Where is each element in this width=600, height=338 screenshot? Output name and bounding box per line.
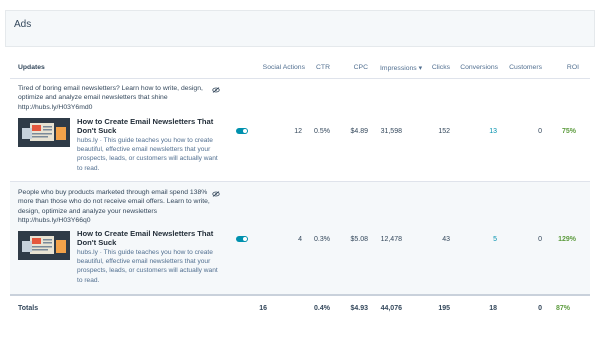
cell-impressions: 12,478 <box>380 236 402 243</box>
cell-impressions: 31,598 <box>380 128 402 135</box>
total-social-actions: 16 <box>259 305 267 312</box>
eye-slash-icon[interactable] <box>212 87 220 93</box>
card-domain[interactable]: hubs.ly <box>77 137 98 144</box>
cell-social-actions: 4 <box>298 236 302 243</box>
cell-cpc: $4.89 <box>350 128 368 135</box>
col-header-customers[interactable]: Customers <box>500 64 542 78</box>
toggle-knob <box>243 129 247 133</box>
total-roi: 87% <box>555 305 570 312</box>
cell-social-actions: 12 <box>294 128 302 135</box>
total-clicks: 195 <box>438 305 450 312</box>
article-thumbnail-icon <box>18 231 70 260</box>
card-description: hubs.ly · This guide teaches you how to … <box>77 248 222 285</box>
toggle-knob <box>243 237 247 241</box>
cell-conversions-link[interactable]: 5 <box>470 236 497 243</box>
total-cpc: $4.93 <box>350 305 368 312</box>
col-header-impressions[interactable]: Impressions ▾ <box>372 64 422 78</box>
ad-active-toggle[interactable] <box>236 128 248 134</box>
cell-customers: 0 <box>538 128 542 135</box>
totals-divider <box>10 294 590 296</box>
cell-clicks: 152 <box>438 128 450 135</box>
ads-header-bar: Ads <box>5 10 595 47</box>
update-text: People who buy products marketed through… <box>18 189 210 225</box>
col-header-clicks[interactable]: Clicks <box>425 64 450 78</box>
col-header-roi[interactable]: ROI <box>555 64 579 78</box>
page-title: Ads <box>14 19 32 30</box>
col-header-ctr[interactable]: CTR <box>305 64 330 78</box>
total-conversions: 18 <box>489 305 497 312</box>
total-impressions: 44,076 <box>380 305 402 312</box>
total-customers: 0 <box>538 305 542 312</box>
update-text: Tired of boring email newsletters? Learn… <box>18 85 203 111</box>
card-title[interactable]: How to Create Email Newsletters That Don… <box>77 117 217 135</box>
card-title[interactable]: How to Create Email Newsletters That Don… <box>77 229 217 247</box>
cell-customers: 0 <box>538 236 542 243</box>
card-domain[interactable]: hubs.ly <box>77 249 98 256</box>
cell-cpc: $5.08 <box>350 236 368 243</box>
totals-label: Totals <box>18 305 39 312</box>
cell-roi: 75% <box>561 128 576 135</box>
col-header-updates[interactable]: Updates <box>18 64 45 78</box>
col-header-social-actions[interactable]: Social Actions <box>255 64 305 78</box>
col-header-conversions[interactable]: Conversions <box>455 64 498 78</box>
total-ctr: 0.4% <box>314 305 330 312</box>
card-description: hubs.ly · This guide teaches you how to … <box>77 136 222 173</box>
cell-ctr: 0.5% <box>314 128 330 135</box>
cell-conversions-link[interactable]: 13 <box>470 128 497 135</box>
header-divider <box>10 78 590 79</box>
article-thumbnail-icon <box>18 118 70 147</box>
cell-roi: 129% <box>558 236 576 243</box>
ad-active-toggle[interactable] <box>236 236 248 242</box>
cell-ctr: 0.3% <box>314 236 330 243</box>
col-header-cpc[interactable]: CPC <box>340 64 368 78</box>
eye-slash-icon[interactable] <box>212 191 220 197</box>
card-desc-text: This guide teaches you how to create bea… <box>77 137 218 172</box>
cell-clicks: 43 <box>442 236 450 243</box>
card-desc-text: This guide teaches you how to create bea… <box>77 249 218 284</box>
